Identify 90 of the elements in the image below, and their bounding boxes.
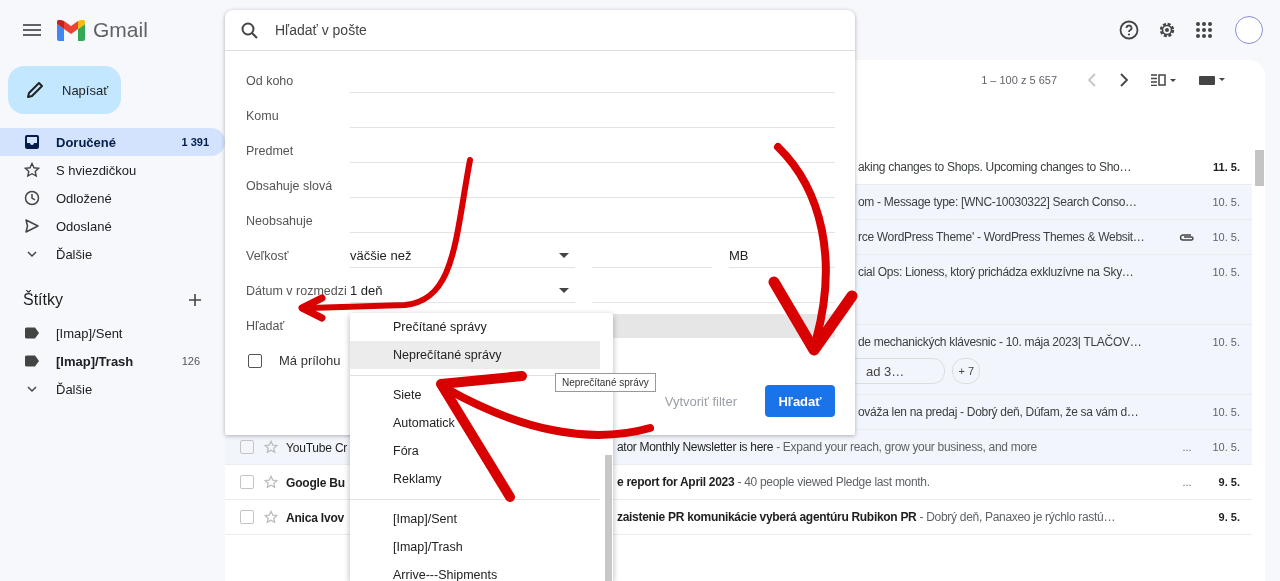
star-icon[interactable] — [264, 510, 278, 524]
keyboard-icon[interactable] — [1199, 74, 1227, 86]
date-range-select[interactable]: 1 deň — [350, 278, 575, 303]
field-label: Neobsahuje — [246, 213, 314, 228]
menu-item[interactable]: Arrive---Shipments — [350, 561, 600, 581]
inbox-icon — [24, 134, 40, 150]
date: 10. 5. — [1211, 441, 1241, 453]
app-logo[interactable]: Gmail — [93, 18, 148, 42]
subject: ator Monthly Newsletter is here — [617, 440, 774, 454]
sidebar-item[interactable]: Ďalšie — [0, 240, 210, 268]
plus-icon[interactable] — [189, 294, 201, 306]
scrollbar-thumb[interactable] — [1255, 150, 1264, 186]
unit-select[interactable]: MB — [729, 243, 835, 268]
menu-item[interactable]: Reklamy — [350, 465, 600, 493]
snippet: - Dobrý deň, Panaxeo je rýchlo rastú… — [918, 510, 1116, 524]
field-label: Dátum v rozmedzi — [246, 283, 348, 298]
subject: zaistenie PR komunikácie vyberá agentúru Rubikon PR — [617, 510, 917, 524]
label-item[interactable]: [Imap]/Sent — [0, 319, 210, 347]
date: 10. 5. — [1211, 336, 1241, 348]
field-label: Predmet — [246, 143, 295, 158]
tooltip: Neprečítané správy — [555, 373, 656, 392]
row-checkbox[interactable] — [240, 510, 254, 524]
label-tag-icon — [24, 355, 40, 367]
snippet: ováža len na predaj - Dobrý deň, Dúfam, že sa vám d… — [858, 405, 1139, 419]
clock-icon — [24, 190, 40, 206]
star-icon[interactable] — [264, 475, 278, 489]
label-tag-icon — [24, 327, 40, 339]
menu-item[interactable]: Fóra — [350, 437, 600, 465]
sender: Anica Ivov — [286, 510, 345, 525]
more-indicator: ... — [1182, 476, 1192, 488]
sidebar-item[interactable]: Doručené 1 391 — [0, 128, 225, 156]
previous-page-icon[interactable] — [1087, 73, 1097, 87]
menu-item[interactable]: Neprečítané správy — [350, 341, 600, 369]
scrollbar-thumb[interactable] — [605, 455, 612, 581]
date: 10. 5. — [1211, 231, 1241, 243]
date: 9. 5. — [1217, 511, 1241, 523]
sender: Google Bu — [286, 475, 345, 490]
sidebar-item[interactable]: Odložené — [0, 184, 210, 212]
menu-item[interactable]: Prečítané správy — [350, 313, 600, 341]
snippet: om - Message type: [WNC-10030322] Search Conso… — [858, 195, 1137, 209]
date: 11. 5. — [1212, 161, 1241, 173]
settings-icon[interactable] — [1157, 20, 1177, 40]
date: 10. 5. — [1211, 406, 1241, 418]
sidebar-item[interactable]: Odoslané — [0, 212, 210, 240]
avatar[interactable] — [1235, 16, 1263, 44]
caret-icon — [559, 287, 569, 293]
snippet: de mechanických klávesnic - 10. mája 2023| TLAČOV… — [858, 335, 1142, 349]
checkbox[interactable] — [248, 353, 262, 368]
star-icon — [24, 162, 40, 178]
menu-icon[interactable] — [23, 24, 41, 36]
search-button[interactable]: Hľadať — [765, 385, 835, 417]
label-item[interactable]: Ďalšie — [0, 375, 210, 403]
date: 10. 5. — [1211, 196, 1241, 208]
apps-grid-icon[interactable] — [1195, 21, 1213, 39]
field-label: Veľkosť — [246, 248, 290, 263]
help-icon[interactable] — [1119, 20, 1139, 40]
caret-icon — [559, 252, 569, 258]
search-icon[interactable] — [241, 21, 258, 39]
subject: e report for April 2023 — [617, 475, 735, 489]
snippet: cial Ops: Lioness, ktorý prichádza exkluzívne na Sky… — [858, 265, 1134, 279]
field-label: Komu — [246, 108, 280, 123]
compose-button[interactable]: Napísať — [8, 66, 121, 114]
snippet: aking changes to Shops. Upcoming changes to Sho… — [858, 160, 1132, 174]
date: 9. 5. — [1217, 476, 1241, 488]
snippet: - Expand your reach, grow your business, and more — [775, 440, 1037, 454]
next-page-icon[interactable] — [1119, 73, 1129, 87]
menu-item[interactable]: [Imap]/Sent — [350, 505, 600, 533]
labels-heading: Štítky — [23, 291, 63, 309]
size-select[interactable]: väčšie než — [350, 243, 575, 268]
page-range: 1 – 100 z 5 657 — [981, 74, 1057, 86]
send-icon — [24, 218, 40, 234]
field-label: Od koho — [246, 73, 295, 88]
star-icon[interactable] — [264, 440, 278, 454]
sidebar-item[interactable]: S hviezdičkou — [0, 156, 210, 184]
mail-logo-icon — [57, 19, 85, 41]
row-checkbox[interactable] — [240, 475, 254, 489]
split-pane-icon[interactable] — [1151, 74, 1177, 86]
pencil-icon — [26, 81, 44, 99]
row-checkbox[interactable] — [240, 440, 254, 454]
snippet: - 40 people viewed Pledge last month. — [736, 475, 930, 489]
attachment-chip[interactable]: + 7 — [952, 358, 981, 384]
menu-item[interactable]: [Imap]/Trash — [350, 533, 600, 561]
more-indicator: ... — [1182, 441, 1192, 453]
field-label: Hľadať — [246, 318, 286, 333]
checkbox-label: Má prílohu — [279, 353, 341, 368]
label-item[interactable]: [Imap]/Trash 126 — [0, 347, 210, 375]
date: 10. 5. — [1211, 266, 1241, 278]
field-label: Obsahuje slová — [246, 178, 334, 193]
sender: YouTube Cr — [286, 440, 348, 455]
snippet: rce WordPress Theme' - WordPress Themes & Websit… — [858, 230, 1145, 244]
